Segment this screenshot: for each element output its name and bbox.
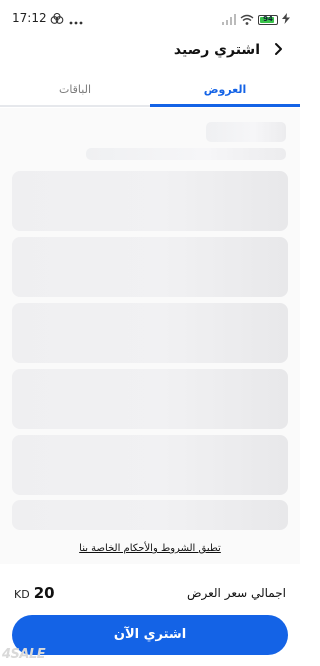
skeleton-card [12, 500, 288, 530]
buy-now-button[interactable]: اشتري الآن [12, 615, 288, 655]
back-button[interactable] [266, 38, 290, 62]
tab-offers[interactable]: العروض [150, 76, 300, 106]
skeleton-card [12, 369, 288, 429]
total-label: اجمالي سعر العرض [186, 586, 286, 600]
dots-icon [69, 10, 83, 29]
page-title: اشتري رصيد [173, 42, 260, 58]
skeleton-title [206, 122, 286, 142]
status-time: 17:12 [12, 11, 47, 25]
wifi-icon [240, 10, 254, 29]
tab-active-indicator [150, 104, 300, 107]
battery-level: 94 [263, 14, 273, 23]
top-app-bar: اشتري رصيد [0, 34, 300, 68]
tab-bar: العروض الباقات [0, 76, 300, 108]
tab-packages[interactable]: الباقات [0, 76, 150, 106]
cloud-sync-icon [50, 10, 64, 29]
terms-link[interactable]: تطبق الشروط والأحكام الخاصة بنا [0, 543, 300, 554]
skeleton-card [12, 435, 288, 495]
offers-list-loading: تطبق الشروط والأحكام الخاصة بنا [0, 108, 300, 564]
watermark-logo: 4SALE [2, 647, 46, 662]
chevron-right-icon [272, 41, 284, 60]
total-value: 20 [33, 584, 55, 602]
total-currency: KD [14, 588, 30, 601]
skeleton-card [12, 303, 288, 363]
skeleton-card [12, 171, 288, 231]
status-bar: 17:12 94 [0, 0, 300, 34]
skeleton-subtitle [86, 148, 286, 160]
total-amount: KD 20 [14, 584, 55, 602]
battery-icon: 94 [258, 14, 278, 25]
charging-bolt-icon [282, 12, 290, 27]
signal-icon [222, 10, 236, 29]
skeleton-card [12, 237, 288, 297]
